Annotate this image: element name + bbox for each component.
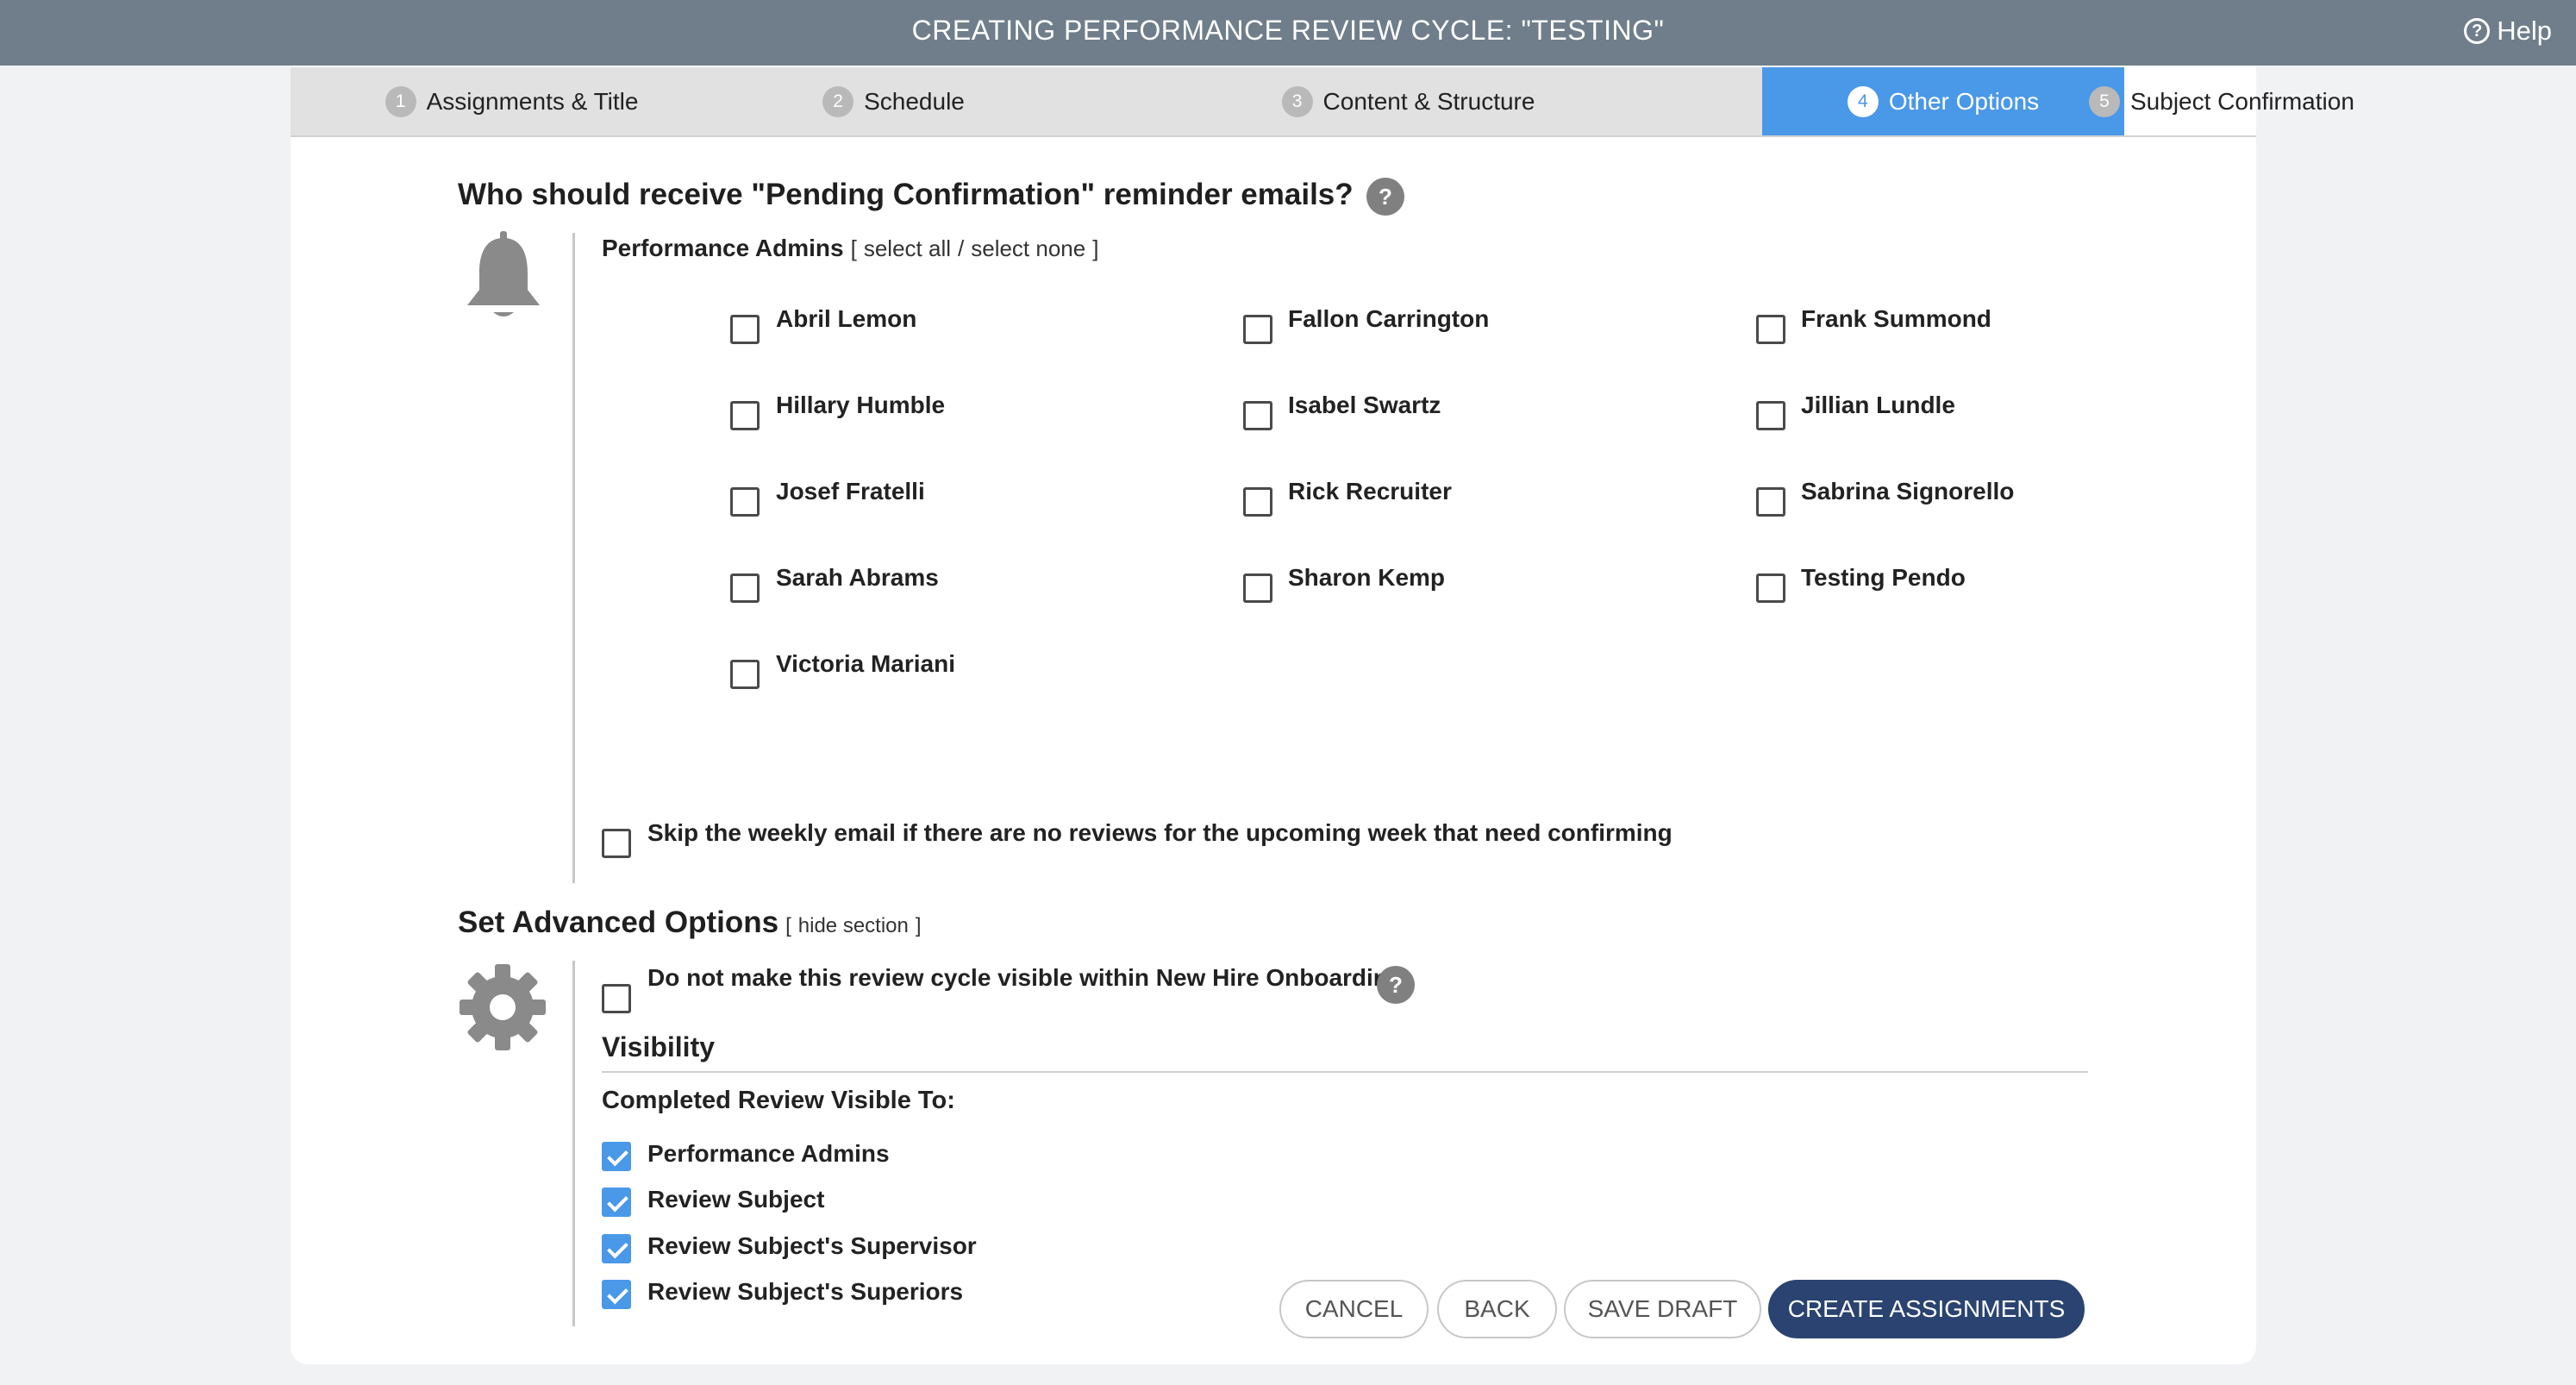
admin-checkbox-sharon-kemp[interactable] bbox=[1243, 573, 1272, 603]
select-none-link[interactable]: select none bbox=[971, 235, 1085, 262]
bracket-open: [ bbox=[850, 235, 857, 261]
help-button[interactable]: ? Help bbox=[2464, 12, 2552, 50]
visibility-heading: Visibility bbox=[602, 1031, 716, 1062]
step-number-badge: 3 bbox=[1281, 85, 1313, 117]
admin-checkbox-josef-fratelli[interactable] bbox=[730, 487, 760, 517]
bell-icon bbox=[467, 231, 540, 316]
admin-checkbox-abril-lemon[interactable] bbox=[730, 315, 760, 344]
admin-checkbox-sabrina-signorello[interactable] bbox=[1756, 487, 1785, 517]
admin-name: Frank Summond bbox=[1801, 305, 1991, 332]
visible-to-superiors-checkbox[interactable] bbox=[602, 1280, 631, 1309]
completed-review-visible-to-label: Completed Review Visible To: bbox=[602, 1087, 955, 1114]
select-all-link[interactable]: select all bbox=[864, 235, 951, 262]
cancel-button[interactable]: CANCEL bbox=[1279, 1280, 1429, 1338]
admin-checkbox-frank-summond[interactable] bbox=[1756, 315, 1785, 344]
save-draft-button[interactable]: SAVE DRAFT bbox=[1564, 1280, 1761, 1338]
admin-name: Rick Recruiter bbox=[1288, 478, 1452, 504]
tab-subject-confirmation[interactable]: 5 Subject Confirmation bbox=[2089, 67, 2354, 135]
admin-checkbox-sarah-abrams[interactable] bbox=[730, 573, 760, 603]
tab-label: Other Options bbox=[1888, 87, 2040, 115]
window-title: CREATING PERFORMANCE REVIEW CYCLE: "TEST… bbox=[911, 15, 1665, 46]
admin-name: Fallon Carrington bbox=[1288, 305, 1490, 332]
admin-checkbox-victoria-mariani[interactable] bbox=[730, 660, 760, 689]
admins-row: Performance Admins [ select all / select… bbox=[602, 235, 1098, 262]
admin-checkbox-testing-pendo[interactable] bbox=[1756, 573, 1785, 603]
bracket-close: ] bbox=[915, 914, 922, 937]
tab-label: Schedule bbox=[864, 87, 965, 115]
hide-section-link[interactable]: hide section bbox=[798, 914, 909, 938]
step-number-badge: 2 bbox=[822, 85, 854, 117]
admin-name: Victoria Mariani bbox=[776, 650, 956, 677]
skip-weekly-email-checkbox[interactable] bbox=[602, 829, 631, 858]
tab-label: Subject Confirmation bbox=[2130, 87, 2354, 115]
title-bar: CREATING PERFORMANCE REVIEW CYCLE: "TEST… bbox=[0, 0, 2576, 66]
tab-schedule[interactable]: 2 Schedule bbox=[733, 67, 1054, 135]
tab-assignments-title[interactable]: 1 Assignments & Title bbox=[291, 67, 733, 135]
wizard-tabs: 1 Assignments & Title 2 Schedule 3 Conte… bbox=[291, 67, 2354, 137]
reminder-help-icon[interactable]: ? bbox=[1366, 178, 1404, 216]
question-circle-icon: ? bbox=[2464, 18, 2491, 44]
visible-to-supervisor-checkbox[interactable] bbox=[602, 1234, 631, 1263]
admin-name: Sabrina Signorello bbox=[1801, 478, 2015, 504]
tab-label: Content & Structure bbox=[1322, 87, 1535, 115]
hide-from-onboarding-label: Do not make this review cycle visible wi… bbox=[647, 964, 1410, 991]
create-assignments-button[interactable]: CREATE ASSIGNMENTS bbox=[1768, 1280, 2085, 1338]
gear-icon bbox=[460, 964, 546, 1050]
admin-name: Josef Fratelli bbox=[776, 478, 925, 504]
admin-checkbox-jillian-lundle[interactable] bbox=[1756, 401, 1785, 430]
visibility-divider bbox=[602, 1071, 2088, 1073]
step-number-badge: 5 bbox=[2089, 85, 2120, 117]
admin-name: Isabel Swartz bbox=[1288, 392, 1441, 418]
admin-checkbox-rick-recruiter[interactable] bbox=[1243, 487, 1272, 517]
bracket-open: [ bbox=[785, 914, 791, 937]
advanced-options-header: Set Advanced Options [ hide section ] bbox=[458, 906, 922, 940]
performance-admins-label: Performance Admins bbox=[602, 235, 844, 261]
visible-to-performance-admins-checkbox[interactable] bbox=[602, 1142, 631, 1171]
admin-name: Jillian Lundle bbox=[1801, 392, 1955, 418]
admin-name: Sharon Kemp bbox=[1288, 564, 1446, 591]
step-number-badge: 1 bbox=[385, 85, 416, 117]
visible-to-label: Review Subject's Superiors bbox=[647, 1278, 964, 1305]
admin-name: Testing Pendo bbox=[1801, 564, 1966, 591]
link-separator: / bbox=[958, 235, 965, 261]
admin-name: Sarah Abrams bbox=[776, 564, 939, 591]
tab-other-options[interactable]: 4 Other Options bbox=[1762, 67, 2124, 135]
wizard-card: 1 Assignments & Title 2 Schedule 3 Conte… bbox=[291, 66, 2354, 1364]
reminder-section-divider bbox=[572, 233, 575, 883]
admin-checkbox-isabel-swartz[interactable] bbox=[1243, 401, 1272, 430]
advanced-section-divider bbox=[572, 961, 575, 1326]
visible-to-label: Performance Admins bbox=[647, 1140, 890, 1167]
back-button[interactable]: BACK bbox=[1437, 1280, 1557, 1338]
bracket-close: ] bbox=[1092, 235, 1099, 261]
admin-checkbox-hillary-humble[interactable] bbox=[730, 401, 760, 430]
reminder-emails-heading: Who should receive "Pending Confirmation… bbox=[458, 178, 1354, 211]
help-label: Help bbox=[2497, 16, 2552, 46]
advanced-options-heading: Set Advanced Options bbox=[458, 906, 779, 939]
visible-to-label: Review Subject's Supervisor bbox=[647, 1232, 977, 1259]
tab-content-structure[interactable]: 3 Content & Structure bbox=[1054, 67, 1762, 135]
admin-name: Hillary Humble bbox=[776, 392, 946, 418]
skip-weekly-email-label: Skip the weekly email if there are no re… bbox=[647, 819, 1673, 846]
visible-to-review-subject-checkbox[interactable] bbox=[602, 1188, 631, 1217]
admin-name: Abril Lemon bbox=[776, 305, 917, 332]
tab-label: Assignments & Title bbox=[426, 87, 639, 115]
admin-checkbox-fallon-carrington[interactable] bbox=[1243, 315, 1272, 344]
onboarding-help-icon[interactable]: ? bbox=[1377, 966, 1415, 1004]
step-number-badge: 4 bbox=[1847, 85, 1879, 117]
hide-from-onboarding-checkbox[interactable] bbox=[602, 984, 631, 1013]
visible-to-label: Review Subject bbox=[647, 1186, 825, 1213]
